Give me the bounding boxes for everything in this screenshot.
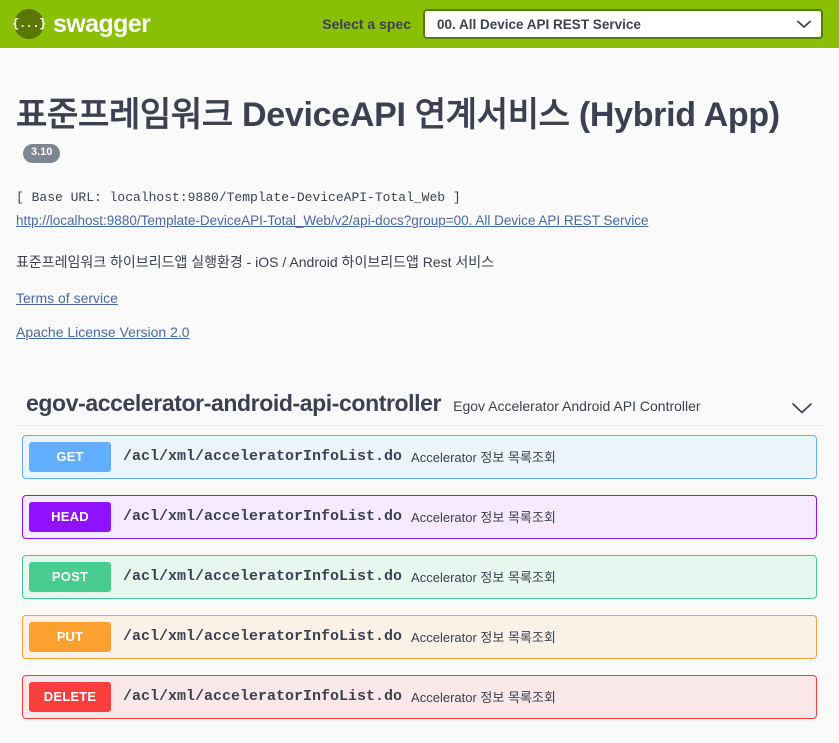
http-method-badge: HEAD xyxy=(29,502,111,532)
top-bar: {...} swagger Select a spec 00. All Devi… xyxy=(0,0,839,48)
api-info-block: 표준프레임워크 DeviceAPI 연계서비스 (Hybrid App) 3.10… xyxy=(16,48,823,340)
swagger-logo[interactable]: {...} swagger xyxy=(14,9,150,39)
api-version-badge: 3.10 xyxy=(23,144,60,163)
page-title: 표준프레임워크 DeviceAPI 연계서비스 (Hybrid App) 3.10 xyxy=(16,94,823,180)
operation-summary: Accelerator 정보 목록조회 xyxy=(411,507,556,526)
api-docs-link[interactable]: http://localhost:9880/Template-DeviceAPI… xyxy=(16,213,648,228)
chevron-down-icon[interactable] xyxy=(791,402,813,417)
operation-summary: Accelerator 정보 목록조회 xyxy=(411,567,556,586)
tag-header-egov-accelerator-android-api-controller[interactable]: egov-accelerator-android-api-controller … xyxy=(16,390,823,426)
operation-summary: Accelerator 정보 목록조회 xyxy=(411,627,556,646)
operation-path: /acl/xml/acceleratorInfoList.do xyxy=(123,628,402,645)
operation-row[interactable]: HEAD /acl/xml/acceleratorInfoList.do Acc… xyxy=(22,495,817,539)
tag-description: Egov Accelerator Android API Controller xyxy=(453,398,700,417)
operation-path: /acl/xml/acceleratorInfoList.do xyxy=(123,568,402,585)
spec-select-dropdown[interactable]: 00. All Device API REST Service xyxy=(423,9,823,39)
tag-name: egov-accelerator-android-api-controller xyxy=(26,390,441,417)
page-body: 표준프레임워크 DeviceAPI 연계서비스 (Hybrid App) 3.10… xyxy=(0,48,839,719)
swagger-logo-icon: {...} xyxy=(14,9,44,39)
http-method-badge: DELETE xyxy=(29,682,111,712)
operation-path: /acl/xml/acceleratorInfoList.do xyxy=(123,508,402,525)
license-link[interactable]: Apache License Version 2.0 xyxy=(16,324,190,340)
base-url: [ Base URL: localhost:9880/Template-Devi… xyxy=(16,190,823,205)
http-method-badge: PUT xyxy=(29,622,111,652)
operation-list: GET /acl/xml/acceleratorInfoList.do Acce… xyxy=(16,435,823,719)
spec-select-value: 00. All Device API REST Service xyxy=(437,17,641,32)
api-title-text: 표준프레임워크 DeviceAPI 연계서비스 (Hybrid App) xyxy=(16,96,780,134)
operation-path: /acl/xml/acceleratorInfoList.do xyxy=(123,688,402,705)
http-method-badge: GET xyxy=(29,442,111,472)
operation-row[interactable]: GET /acl/xml/acceleratorInfoList.do Acce… xyxy=(22,435,817,479)
api-description: 표준프레임워크 하이브리드앱 실행환경 - iOS / Android 하이브리… xyxy=(16,252,823,272)
spec-selector: Select a spec 00. All Device API REST Se… xyxy=(150,9,825,39)
operation-row[interactable]: POST /acl/xml/acceleratorInfoList.do Acc… xyxy=(22,555,817,599)
select-spec-label: Select a spec xyxy=(322,16,411,32)
operation-summary: Accelerator 정보 목록조회 xyxy=(411,687,556,706)
tag-section: egov-accelerator-android-api-controller … xyxy=(16,390,823,719)
swagger-wordmark: swagger xyxy=(53,10,150,39)
operation-row[interactable]: PUT /acl/xml/acceleratorInfoList.do Acce… xyxy=(22,615,817,659)
operation-path: /acl/xml/acceleratorInfoList.do xyxy=(123,448,402,465)
chevron-down-icon xyxy=(797,20,811,29)
operation-summary: Accelerator 정보 목록조회 xyxy=(411,447,556,466)
terms-of-service-link[interactable]: Terms of service xyxy=(16,290,118,306)
http-method-badge: POST xyxy=(29,562,111,592)
operation-row[interactable]: DELETE /acl/xml/acceleratorInfoList.do A… xyxy=(22,675,817,719)
